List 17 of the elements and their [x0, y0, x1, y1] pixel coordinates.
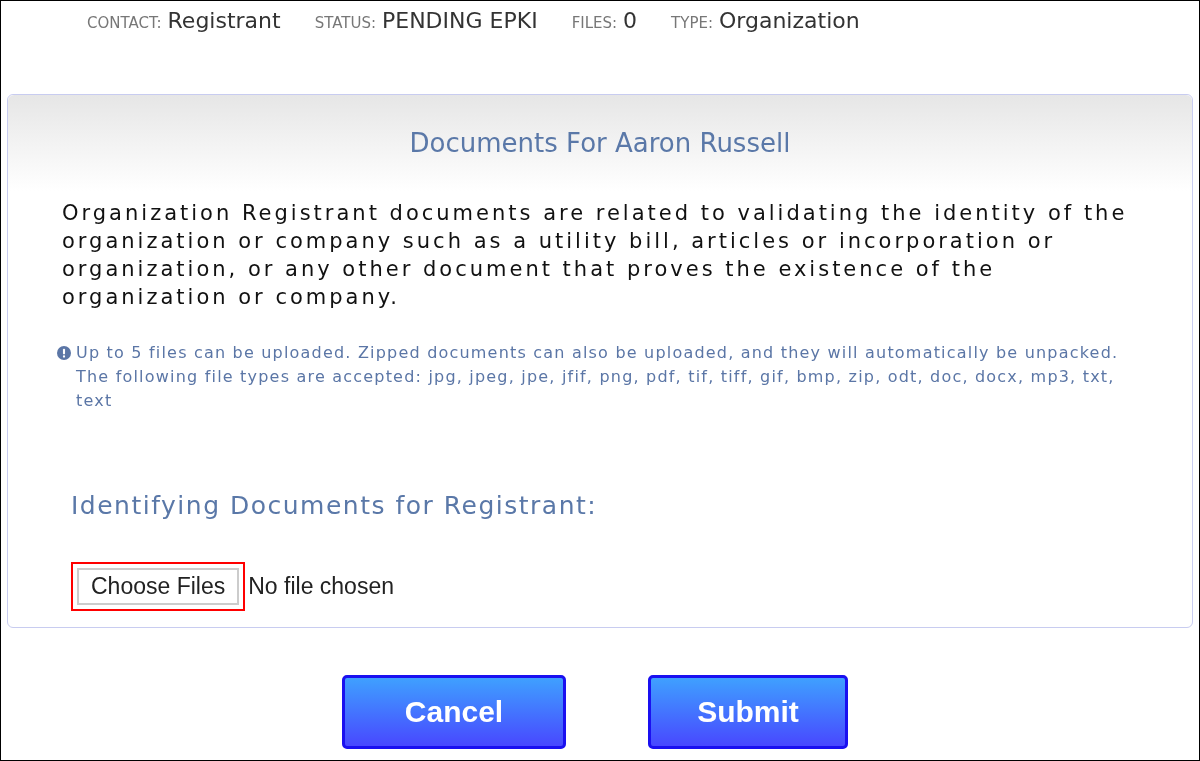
upload-note: Up to 5 files can be uploaded. Zipped documents can also be uploaded, and they will automatically be unpacked. The following file types are accepted: jpg, jpeg, jpe, jfif, png, pdf, tif, tiff, gif, bmp, zip, odt, doc, docx, mp3, txt, text	[76, 342, 1120, 412]
file-status: No file chosen	[248, 573, 394, 600]
status-value: PENDING EPKI	[382, 7, 538, 33]
status-label: CONTACT:	[87, 13, 162, 32]
status-value: Registrant	[167, 7, 281, 33]
cancel-button[interactable]: Cancel	[342, 675, 566, 749]
submit-button[interactable]: Submit	[648, 675, 848, 749]
status-value: 0	[623, 7, 638, 33]
section-heading: Identifying Documents for Registrant:	[71, 491, 599, 520]
status-label: STATUS:	[314, 13, 376, 32]
panel-title: Documents For Aaron Russell	[409, 128, 791, 158]
status-value: Organization	[719, 7, 860, 33]
description-text: Organization Registrant documents are related to validating the identity of the organization or company such as a utility bill, articles or incorporation or organization, or any other document that proves the existence of the organization or company.	[62, 200, 1129, 311]
exclamation-icon	[57, 346, 71, 360]
status-label: TYPE:	[671, 13, 713, 32]
status-label: FILES:	[571, 13, 618, 32]
choose-files-button[interactable]: Choose Files	[77, 568, 240, 605]
